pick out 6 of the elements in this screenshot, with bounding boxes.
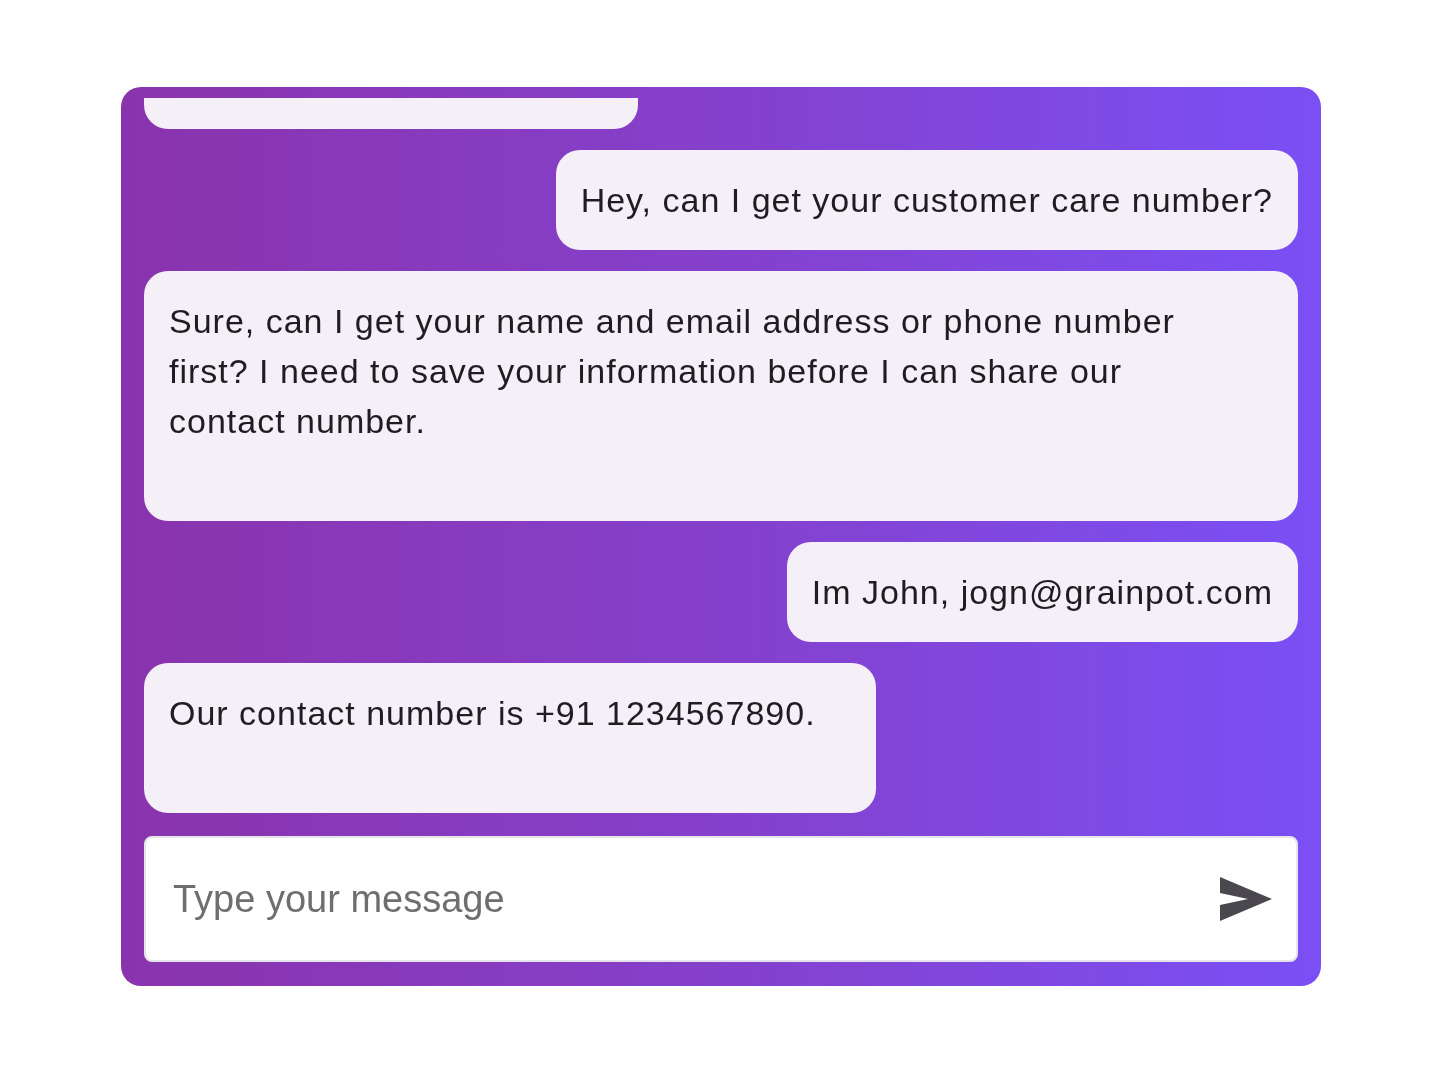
user-message: Hey, can I get your customer care number? (555, 150, 1298, 250)
send-icon[interactable] (1218, 875, 1274, 923)
user-message: Im John, jogn@grainpot.com (786, 542, 1298, 642)
message-input[interactable]: Type your message (144, 836, 1298, 962)
bot-message: Our contact number is +91 1234567890. (144, 663, 876, 813)
bot-message: Sure, can I get your name and email address or phone number first? I need to save your information before I can share our contact number. (144, 271, 1298, 521)
